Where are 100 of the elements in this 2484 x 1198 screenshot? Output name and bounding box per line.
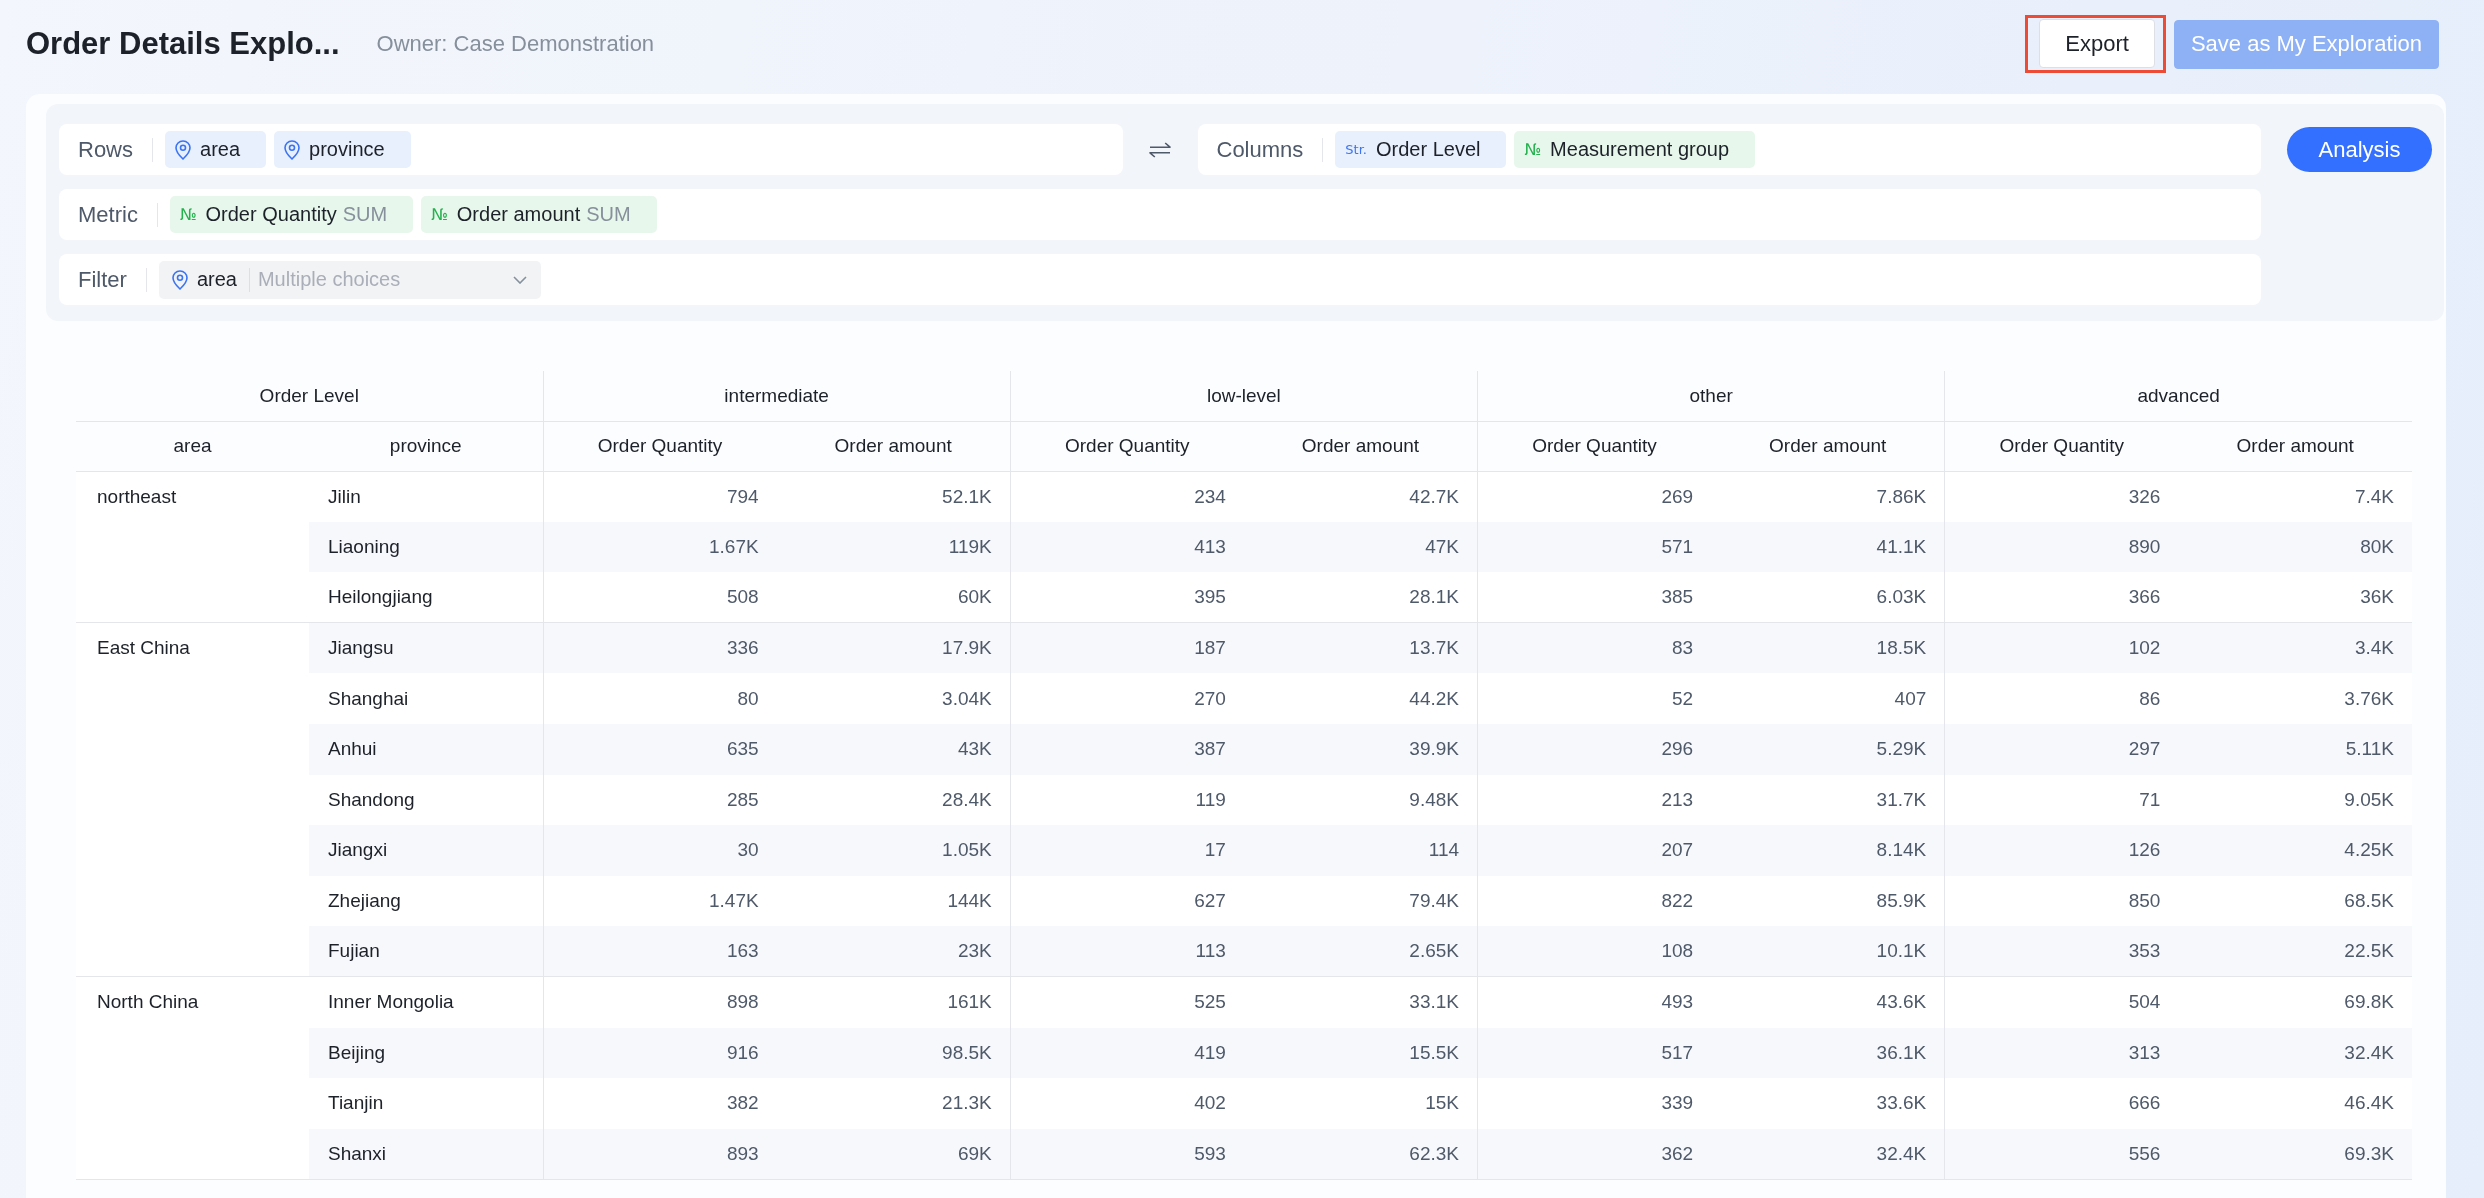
field-chip[interactable]: area (165, 131, 267, 168)
value-cell: 113 (1010, 926, 1244, 977)
field-chip[interactable]: province (274, 131, 411, 168)
value-cell: 60K (776, 572, 1011, 623)
province-cell: Fujian (309, 926, 543, 977)
shelf-label: Rows (78, 136, 133, 163)
province-cell: Liaoning (309, 521, 543, 573)
export-button[interactable]: Export (2039, 19, 2155, 68)
value-cell: 71 (1944, 774, 2179, 826)
column-header: Order amount (776, 421, 1011, 471)
value-cell: 42.7K (1243, 471, 1478, 522)
value-cell: 187 (1010, 622, 1244, 674)
column-header: Order amount (2178, 421, 2412, 471)
value-cell: 33.6K (1711, 1078, 1945, 1129)
value-cell: 666 (1944, 1078, 2179, 1129)
column-header: area (76, 421, 309, 471)
aggregation-label: SUM (586, 203, 631, 226)
filter-field-label: area (196, 268, 237, 291)
value-cell: 419 (1010, 1027, 1244, 1079)
value-cell: 7.4K (2178, 471, 2412, 522)
filter-condition[interactable]: area Multiple choices (158, 260, 541, 299)
page-title: Order Details Explo... (26, 26, 340, 62)
value-cell: 15.5K (1243, 1027, 1478, 1079)
value-cell: 28.4K (776, 774, 1011, 826)
value-cell: 571 (1477, 521, 1712, 573)
column-header: Order amount (1243, 421, 1478, 471)
location-pin-icon (284, 139, 301, 160)
value-cell: 36.1K (1711, 1027, 1945, 1079)
value-cell: 234 (1010, 471, 1244, 522)
value-cell: 893 (543, 1128, 777, 1180)
chevron-down-icon[interactable] (512, 275, 527, 284)
value-cell: 161K (776, 976, 1011, 1028)
value-cell: 69.8K (2178, 976, 2412, 1028)
province-cell: Jiangsu (309, 622, 543, 674)
field-type-tag: № (1524, 140, 1542, 159)
province-cell: Jilin (309, 471, 543, 522)
value-cell: 32.4K (1711, 1128, 1945, 1180)
value-cell: 22.5K (2178, 926, 2412, 977)
value-cell: 593 (1010, 1128, 1244, 1180)
value-cell: 297 (1944, 723, 2179, 775)
value-cell: 79.4K (1243, 875, 1478, 927)
value-cell: 33.1K (1243, 976, 1478, 1028)
field-chip[interactable]: № Measurement group (1514, 131, 1756, 168)
analysis-button[interactable]: Analysis (2287, 127, 2432, 172)
value-cell: 21.3K (776, 1078, 1011, 1129)
value-cell: 85.9K (1711, 875, 1945, 927)
value-cell: 43K (776, 723, 1011, 775)
value-cell: 13.7K (1243, 622, 1478, 674)
value-cell: 30 (543, 825, 777, 876)
column-header: advanced (1944, 371, 2412, 421)
location-pin-icon (175, 139, 191, 160)
value-cell: 80K (2178, 521, 2412, 573)
province-cell: Tianjin (309, 1078, 543, 1129)
value-cell: 285 (543, 774, 777, 826)
value-cell: 336 (543, 622, 777, 674)
value-cell: 1.05K (776, 825, 1011, 876)
shelf-label: Metric (78, 201, 138, 228)
value-cell: 627 (1010, 875, 1244, 927)
value-cell: 43.6K (1711, 976, 1945, 1028)
province-cell: Anhui (309, 723, 543, 775)
value-cell: 339 (1477, 1078, 1712, 1129)
value-cell: 39.9K (1243, 723, 1478, 775)
province-cell: Inner Mongolia (309, 976, 543, 1028)
column-header: Order Quantity (543, 421, 777, 471)
swap-icon[interactable] (1149, 141, 1171, 158)
value-cell: 3.04K (776, 673, 1011, 724)
field-type-tag: Str. (1345, 142, 1367, 157)
value-cell: 18.5K (1711, 622, 1945, 674)
value-cell: 207 (1477, 825, 1712, 876)
field-type-tag: № (431, 205, 448, 224)
field-chip[interactable]: № Order amount SUM (421, 196, 657, 233)
value-cell: 504 (1944, 976, 2179, 1028)
province-cell: Heilongjiang (309, 572, 543, 623)
value-cell: 508 (543, 572, 777, 623)
owner-label: Owner: Case Demonstration (376, 31, 655, 57)
value-cell: 794 (543, 471, 777, 522)
value-select[interactable]: Multiple choices (248, 267, 527, 292)
column-header: other (1477, 371, 1945, 421)
value-cell: 102 (1944, 622, 2179, 674)
province-cell: Zhejiang (309, 875, 543, 927)
value-cell: 41.1K (1711, 521, 1945, 573)
value-cell: 163 (543, 926, 777, 977)
column-header: Order amount (1711, 421, 1945, 471)
field-chip[interactable]: Str. Order Level (1335, 131, 1507, 168)
field-chip[interactable]: № Order Quantity SUM (169, 196, 414, 233)
shelf-label: Filter (78, 266, 127, 293)
value-cell: 517 (1477, 1027, 1712, 1079)
value-cell: 108 (1477, 926, 1712, 977)
location-pin-icon (171, 269, 188, 290)
value-cell: 69.3K (2178, 1128, 2412, 1180)
value-cell: 114 (1243, 825, 1478, 876)
field-type-tag: № (179, 205, 197, 224)
value-cell: 8.14K (1711, 825, 1945, 876)
value-cell: 15K (1243, 1078, 1478, 1129)
province-cell: Beijing (309, 1027, 543, 1079)
value-cell: 32.4K (2178, 1027, 2412, 1079)
value-cell: 385 (1477, 572, 1712, 623)
value-cell: 822 (1477, 875, 1712, 927)
value-cell: 395 (1010, 572, 1244, 623)
value-cell: 62.3K (1243, 1128, 1478, 1180)
